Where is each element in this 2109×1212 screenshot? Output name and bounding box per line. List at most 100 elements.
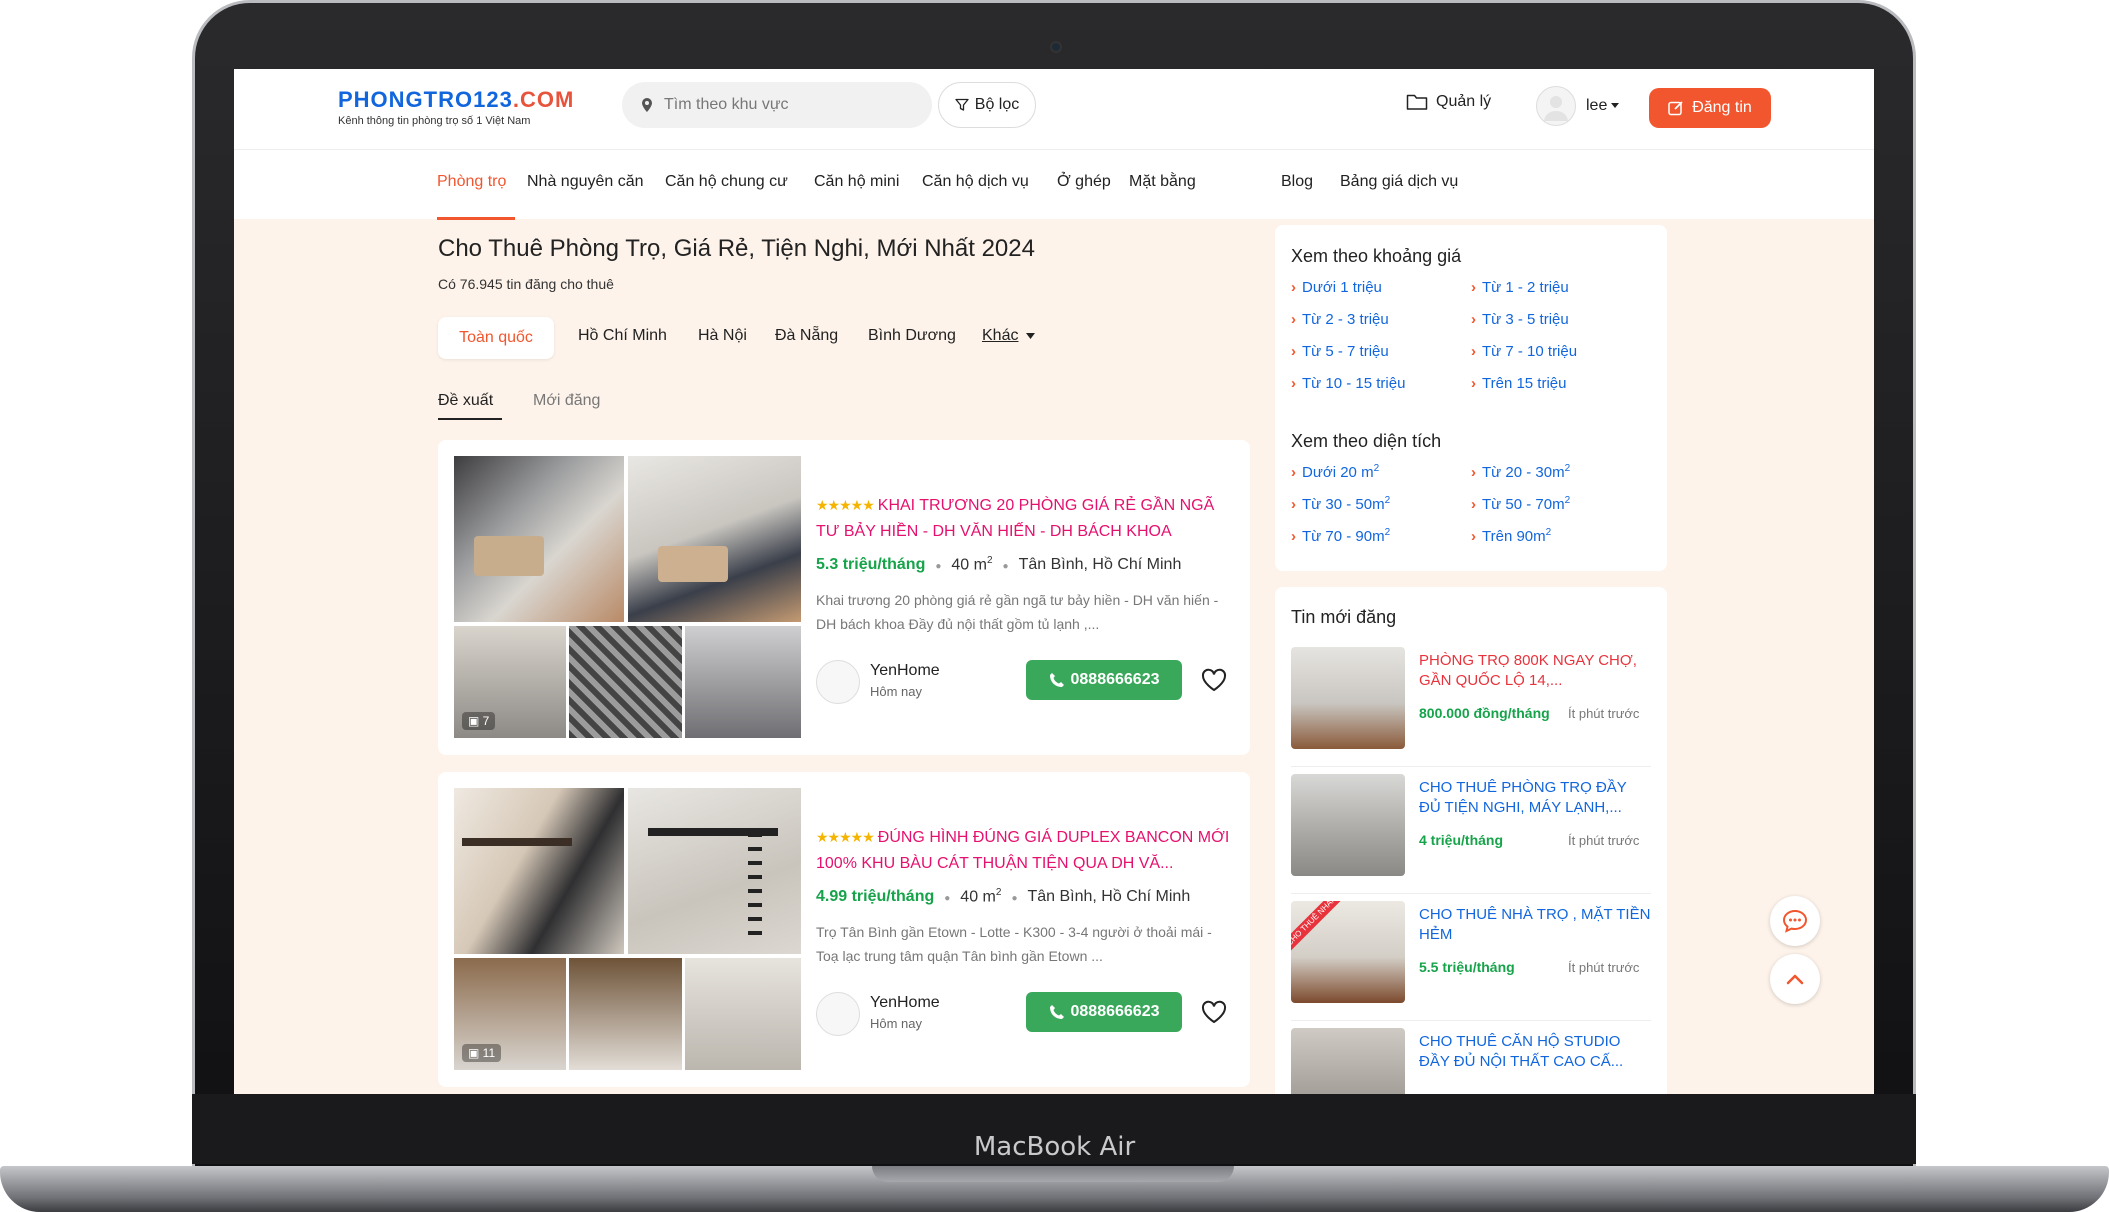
heart-icon[interactable]: [1201, 668, 1227, 692]
tab-moi-dang[interactable]: Mới đăng: [533, 392, 600, 410]
price-link[interactable]: › Từ 1 - 2 triệu: [1471, 279, 1569, 296]
nav-item-o-ghep[interactable]: Ở ghép: [1057, 173, 1111, 191]
listing-photo: ▣ 11: [454, 958, 566, 1070]
nav-item-blog[interactable]: Blog: [1281, 173, 1313, 191]
area-link[interactable]: › Từ 30 - 50m2: [1291, 495, 1390, 513]
tab-de-xuat[interactable]: Đề xuất: [438, 392, 493, 410]
new-post-time: Ít phút trước: [1568, 706, 1640, 721]
listing-photo: [628, 456, 801, 622]
user-name: lee: [1586, 97, 1608, 114]
nav-item-can-ho-chung-cu[interactable]: Căn hộ chung cư: [665, 173, 788, 191]
manage-label: Quản lý: [1436, 93, 1492, 110]
area-link[interactable]: › Từ 70 - 90m2: [1291, 527, 1390, 545]
search-input[interactable]: [664, 96, 904, 114]
search-box[interactable]: [622, 82, 932, 128]
site-logo[interactable]: PHONGTRO123.COM Kênh thông tin phòng trọ…: [338, 87, 574, 127]
new-post-title: PHÒNG TRỌ 800K NGAY CHỢ, GẦN QUỐC LỘ 14,…: [1419, 652, 1637, 689]
map-pin-icon: [642, 98, 652, 112]
filter-label: Bộ lọc: [974, 96, 1020, 113]
area-filter-title: Xem theo diện tích: [1291, 431, 1442, 451]
new-post-price: 800.000 đồng/tháng: [1419, 705, 1550, 721]
price-link[interactable]: › Từ 10 - 15 triệu: [1291, 375, 1405, 392]
listing-footer: YenHome Hôm nay 0888666623: [816, 658, 1236, 704]
region-toan-quoc[interactable]: Toàn quốc: [438, 317, 554, 359]
area-link[interactable]: › Trên 90m2: [1471, 527, 1551, 545]
new-post-item[interactable]: CHO THUÊ NHANH CHO THUÊ NHÀ TRỌ , MẶT TI…: [1291, 901, 1651, 1021]
listing-meta: 5.3 triệu/tháng ● 40 m2 ● Tân Bình, Hồ C…: [816, 555, 1182, 574]
photo-count-badge: ▣ 11: [462, 1044, 502, 1062]
listing-card[interactable]: ▣ 11 ★★★★★ ĐÚNG HÌNH ĐÚNG GIÁ DUPLEX BANC…: [438, 772, 1250, 1087]
listing-title[interactable]: ★★★★★ KHAI TRƯƠNG 20 PHÒNG GIÁ RẺ GẦN NGÃ…: [816, 492, 1236, 545]
funnel-icon: [955, 98, 969, 111]
listing-footer: YenHome Hôm nay 0888666623: [816, 990, 1236, 1036]
region-ho-chi-minh[interactable]: Hồ Chí Minh: [578, 327, 667, 345]
poster-name: YenHome: [870, 994, 940, 1011]
listing-photo: ▣ 7: [454, 626, 566, 738]
listing-photo: [685, 626, 801, 738]
scroll-top-button[interactable]: [1770, 954, 1820, 1004]
region-ha-noi[interactable]: Hà Nội: [698, 327, 747, 345]
new-posts-title: Tin mới đăng: [1291, 607, 1397, 627]
price-link[interactable]: › Dưới 1 triệu: [1291, 279, 1382, 296]
chat-button[interactable]: [1770, 896, 1820, 946]
listing-meta: 4.99 triệu/tháng ● 40 m2 ● Tân Bình, Hồ …: [816, 887, 1191, 906]
call-button[interactable]: 0888666623: [1026, 660, 1182, 700]
laptop-opening-notch: [872, 1166, 1234, 1182]
logo-tld: .COM: [512, 87, 575, 112]
new-post-item[interactable]: CHO THUÊ PHÒNG TRỌ ĐẦY ĐỦ TIỆN NGHI, MÁY…: [1291, 774, 1651, 894]
listing-card[interactable]: ▣ 7 ★★★★★ KHAI TRƯƠNG 20 PHÒNG GIÁ RẺ GẦN…: [438, 440, 1250, 755]
new-post-item[interactable]: PHÒNG TRỌ 800K NGAY CHỢ, GẦN QUỐC LỘ 14,…: [1291, 647, 1651, 767]
filter-button[interactable]: Bộ lọc: [938, 82, 1036, 128]
browser-viewport: PHONGTRO123.COM Kênh thông tin phòng trọ…: [234, 69, 1874, 1094]
heart-icon[interactable]: [1201, 1000, 1227, 1024]
price-filter-title: Xem theo khoảng giá: [1291, 246, 1462, 266]
listing-area: 40 m2: [951, 555, 993, 574]
region-khac[interactable]: Khác: [982, 327, 1018, 345]
site-header: PHONGTRO123.COM Kênh thông tin phòng trọ…: [234, 69, 1874, 220]
rating-stars-icon: ★★★★★: [816, 497, 875, 513]
caret-down-icon: [1611, 103, 1620, 108]
new-post-item[interactable]: CHO THUÊ CĂN HỘ STUDIO ĐẦY ĐỦ NỘI THẤT C…: [1291, 1028, 1651, 1094]
phone-icon: [1049, 673, 1064, 687]
nav-item-can-ho-mini[interactable]: Căn hộ mini: [814, 173, 899, 191]
price-link[interactable]: › Từ 2 - 3 triệu: [1291, 311, 1389, 328]
listing-gallery[interactable]: ▣ 7: [454, 456, 801, 738]
new-post-title: CHO THUÊ PHÒNG TRỌ ĐẦY ĐỦ TIỆN NGHI, MÁY…: [1419, 779, 1627, 816]
nav-item-bang-gia[interactable]: Bảng giá dịch vụ: [1340, 173, 1458, 191]
listing-title[interactable]: ★★★★★ ĐÚNG HÌNH ĐÚNG GIÁ DUPLEX BANCON MỚ…: [816, 824, 1236, 877]
price-link[interactable]: › Trên 15 triệu: [1471, 375, 1567, 392]
nav-item-can-ho-dich-vu[interactable]: Căn hộ dịch vụ: [922, 173, 1029, 191]
area-link[interactable]: › Dưới 20 m2: [1291, 463, 1379, 481]
region-da-nang[interactable]: Đà Nẵng: [775, 327, 838, 345]
poster-avatar: [816, 660, 860, 704]
page-title: Cho Thuê Phòng Trọ, Giá Rẻ, Tiện Nghi, M…: [438, 235, 1035, 262]
photo-count-badge: ▣ 7: [462, 712, 496, 730]
call-button[interactable]: 0888666623: [1026, 992, 1182, 1032]
nav-item-mat-bang[interactable]: Mặt bằng: [1129, 173, 1196, 191]
price-link[interactable]: › Từ 5 - 7 triệu: [1291, 343, 1389, 360]
nav-item-phong-tro[interactable]: Phòng trọ: [437, 173, 506, 191]
rating-stars-icon: ★★★★★: [816, 829, 875, 845]
user-menu[interactable]: lee: [1536, 86, 1620, 126]
listing-photo: [569, 626, 682, 738]
listing-area: 40 m2: [960, 887, 1002, 906]
listing-photo: [454, 456, 624, 622]
category-nav: Phòng trọ Nhà nguyên căn Căn hộ chung cư…: [234, 149, 1874, 220]
phone-icon: [1049, 1005, 1064, 1019]
price-link[interactable]: › Từ 3 - 5 triệu: [1471, 311, 1569, 328]
manage-link[interactable]: Quản lý: [1406, 93, 1491, 111]
new-post-price: 4 triệu/tháng: [1419, 832, 1504, 848]
urgent-ribbon: CHO THUÊ NHANH: [1291, 901, 1351, 956]
area-link[interactable]: › Từ 20 - 30m2: [1471, 463, 1570, 481]
price-link[interactable]: › Từ 7 - 10 triệu: [1471, 343, 1577, 360]
new-post-thumbnail: CHO THUÊ NHANH: [1291, 901, 1405, 1003]
poster-avatar: [816, 992, 860, 1036]
nav-item-nha-nguyen-can[interactable]: Nhà nguyên căn: [527, 173, 644, 191]
area-link[interactable]: › Từ 50 - 70m2: [1471, 495, 1570, 513]
logo-tagline: Kênh thông tin phòng trọ số 1 Việt Nam: [338, 115, 531, 127]
new-post-thumbnail: [1291, 1028, 1405, 1094]
region-binh-duong[interactable]: Bình Dương: [868, 327, 956, 345]
listing-price: 5.3 triệu/tháng: [816, 556, 926, 574]
listing-gallery[interactable]: ▣ 11: [454, 788, 801, 1070]
post-listing-button[interactable]: Đăng tin: [1649, 88, 1771, 128]
